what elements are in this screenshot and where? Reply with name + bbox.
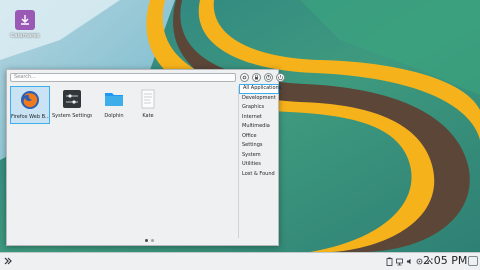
power-icon[interactable] (276, 73, 285, 82)
app-label: Kate (142, 113, 154, 119)
settings-icon[interactable] (240, 73, 249, 82)
volume-icon[interactable] (406, 257, 413, 266)
notifications-icon[interactable] (416, 257, 423, 266)
system-settings-icon (62, 89, 82, 109)
digital-clock[interactable]: 2:05 PM (423, 254, 467, 267)
text-editor-icon (138, 89, 158, 109)
app-firefox[interactable]: Firefox Web B... (10, 86, 50, 124)
launcher-button[interactable] (3, 256, 13, 266)
category-list: All Applications Development Graphics In… (239, 84, 281, 180)
show-desktop-icon[interactable] (468, 256, 478, 266)
leave-icon[interactable] (264, 73, 273, 82)
page-indicator (145, 239, 154, 242)
lock-screen-icon[interactable] (252, 73, 261, 82)
installer-icon (15, 10, 35, 30)
category-internet[interactable]: Internet (239, 113, 279, 123)
firefox-icon (20, 90, 40, 110)
app-label: System Settings (52, 113, 92, 119)
search-input[interactable]: Search... (10, 73, 236, 82)
category-multimedia[interactable]: Multimedia (239, 122, 279, 132)
category-utilities[interactable]: Utilities (239, 160, 279, 170)
category-all-applications[interactable]: All Applications (239, 84, 281, 94)
app-label: Firefox Web B... (11, 114, 49, 120)
clipboard-icon[interactable] (386, 257, 393, 266)
application-grid: Firefox Web B... System Settings Dolphin… (10, 86, 234, 236)
page-dot-2[interactable] (151, 239, 154, 242)
category-graphics[interactable]: Graphics (239, 103, 279, 113)
folder-icon (104, 89, 124, 109)
application-launcher: Search... Firefox Web B... System Settin… (6, 69, 285, 246)
network-icon[interactable] (396, 257, 403, 266)
launcher-toolbar (240, 73, 285, 82)
desktop-icon-label: Calamares (10, 33, 40, 39)
category-settings[interactable]: Settings (239, 141, 279, 151)
app-system-settings[interactable]: System Settings (52, 86, 92, 124)
category-development[interactable]: Development (239, 94, 279, 104)
category-lost-and-found[interactable]: Lost & Found (239, 170, 279, 180)
launcher-menu-icon (4, 257, 12, 265)
taskbar: 2:05 PM (0, 252, 480, 270)
category-office[interactable]: Office (239, 132, 279, 142)
desktop-icon-calamares[interactable]: Calamares (6, 10, 44, 39)
category-system[interactable]: System (239, 151, 279, 161)
app-kate[interactable]: Kate (128, 86, 168, 124)
page-dot-1[interactable] (145, 239, 148, 242)
